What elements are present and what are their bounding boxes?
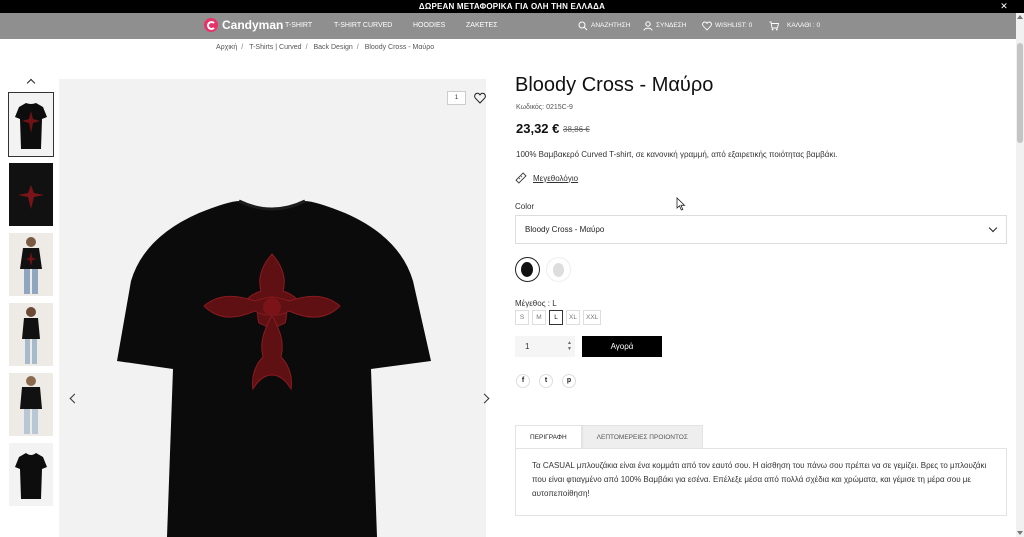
size-option-s[interactable]: S [515, 310, 529, 325]
size-option-xxl[interactable]: XXL [583, 310, 602, 325]
scroll-down-icon[interactable] [1017, 531, 1023, 535]
buy-button[interactable]: Αγορά [582, 336, 662, 357]
thumbnail-model-back[interactable] [9, 233, 53, 296]
search-icon [578, 21, 588, 31]
model-thumbnail-image [9, 373, 53, 436]
breadcrumb-separator: / [241, 44, 244, 51]
heart-icon[interactable] [474, 92, 486, 104]
tab-description[interactable]: ΠΕΡΙΓΡΑΦΗ [515, 425, 582, 449]
thumbnail-flat-view[interactable] [9, 163, 53, 226]
logo[interactable]: Candyman [204, 18, 283, 32]
product-sku: Κωδικός: 0215C-9 [516, 104, 573, 111]
model-thumbnail-image [9, 233, 53, 296]
thumbnail-back-view[interactable] [8, 92, 54, 157]
color-select-value: Bloody Cross - Μαύρο [525, 225, 605, 234]
breadcrumb: Αρχική / T-Shirts | Curved / Back Design / … [216, 44, 434, 51]
main-navigation: Candyman T-SHIRT T-SHIRT CURVED HOODIES … [0, 13, 1016, 39]
breadcrumb-current: Bloody Cross - Μαύρο [364, 44, 435, 51]
menu-item-tshirt-curved[interactable]: T-SHIRT CURVED [334, 13, 392, 39]
previous-image-arrow-icon[interactable] [68, 393, 78, 405]
menu-item-hoodies[interactable]: HOODIES [413, 13, 445, 39]
product-price: 23,32 € [516, 121, 560, 136]
product-tabs: ΠΕΡΙΓΡΑΦΗ ΛΕΠΤΟΜΕΡΕΙΕΣ ΠΡΟΙΟΝΤΟΣ [515, 425, 703, 449]
quantity-value: 1 [525, 342, 530, 351]
logo-icon [204, 18, 218, 32]
tab-description-content: Τα CASUAL μπλουζάκια είναι ένα κομμάτι α… [515, 448, 1007, 516]
product-short-description: 100% Βαμβακερό Curved T-shirt, σε κανονι… [516, 150, 838, 159]
quantity-stepper[interactable]: 1 ▲ ▼ [515, 336, 575, 357]
search-label: ΑΝΑΖΗΤΗΣΗ [591, 22, 631, 29]
size-label: Μέγεθος : L [515, 299, 557, 308]
scrollbar-thumb[interactable] [1017, 43, 1023, 143]
chevron-down-icon [988, 223, 998, 233]
image-counter: 1 [447, 91, 466, 105]
login-label: ΣΥΝΔΕΣΗ [656, 22, 687, 29]
breadcrumb-category[interactable]: T-Shirts | Curved [249, 44, 301, 51]
next-image-arrow-icon[interactable] [481, 393, 491, 405]
promo-text: ΔΩΡΕΑΝ ΜΕΤΑΦΟΡΙΚΑ ΓΙΑ ΟΛΗ ΤΗΝ ΕΛΛΑΔΑ [418, 2, 606, 11]
tshirt-thumbnail-image [9, 93, 53, 156]
menu-item-tshirt[interactable]: T-SHIRT [285, 13, 312, 39]
breadcrumb-subcategory[interactable]: Back Design [313, 44, 352, 51]
twitter-share-icon[interactable]: t [539, 374, 553, 388]
color-swatch-white[interactable] [546, 257, 571, 282]
size-guide-label: Μεγεθολόγιο [533, 173, 579, 183]
menu-item-jackets[interactable]: ΖΑΚΕΤΕΣ [466, 13, 498, 39]
pinterest-share-icon[interactable]: p [562, 374, 576, 388]
size-option-l[interactable]: L [549, 310, 563, 325]
promo-banner: ΔΩΡΕΑΝ ΜΕΤΑΦΟΡΙΚΑ ΓΙΑ ΟΛΗ ΤΗΝ ΕΛΛΑΔΑ ✕ [0, 0, 1024, 13]
cart-label: ΚΑΛΑΘΙ : 0 [787, 22, 821, 29]
scroll-up-icon[interactable] [1017, 15, 1023, 19]
size-option-xl[interactable]: XL [566, 310, 580, 325]
color-select[interactable]: Bloody Cross - Μαύρο [515, 215, 1007, 244]
cart-icon [769, 21, 779, 31]
breadcrumb-separator: / [305, 44, 308, 51]
color-swatch-black[interactable] [515, 257, 540, 282]
thumbnail-model-side[interactable] [9, 303, 53, 366]
close-icon[interactable]: ✕ [1000, 0, 1008, 13]
breadcrumb-home[interactable]: Αρχική [216, 44, 237, 51]
heart-icon [702, 21, 712, 31]
user-icon [643, 21, 653, 31]
size-guide-link[interactable]: Μεγεθολόγιο [515, 172, 578, 184]
login-button[interactable]: ΣΥΝΔΕΣΗ [643, 13, 686, 39]
mouse-cursor-icon [676, 197, 686, 211]
size-options: S M L XL XXL [515, 310, 602, 325]
thumbnails-up-icon[interactable] [27, 78, 35, 86]
breadcrumb-separator: / [356, 44, 359, 51]
logo-text: Candyman [222, 18, 284, 32]
tab-product-details[interactable]: ΛΕΠΤΟΜΕΡΕΙΕΣ ΠΡΟΙΟΝΤΟΣ [581, 425, 703, 449]
ruler-icon [515, 172, 527, 184]
tshirt-back-image [59, 79, 486, 537]
search-button[interactable]: ΑΝΑΖΗΤΗΣΗ [578, 13, 630, 39]
color-label: Color [515, 202, 535, 211]
page-scrollbar[interactable] [1016, 13, 1024, 537]
cart-button[interactable]: ΚΑΛΑΘΙ : 0 [769, 13, 820, 39]
main-product-image [59, 79, 486, 537]
product-title: Bloody Cross - Μαύρο [515, 74, 714, 96]
thumbnail-front-view[interactable] [9, 443, 53, 506]
size-option-m[interactable]: M [532, 310, 546, 325]
wishlist-label: WISHLIST: 0 [715, 22, 753, 29]
facebook-share-icon[interactable]: f [516, 374, 530, 388]
tshirt-thumbnail-image [9, 443, 53, 506]
tshirt-thumbnail-image [9, 163, 53, 226]
wishlist-button[interactable]: WISHLIST: 0 [702, 13, 752, 39]
stepper-arrows-icon[interactable]: ▲ ▼ [567, 340, 572, 352]
product-old-price: 38,86 € [563, 125, 590, 134]
thumbnail-model-front[interactable] [9, 373, 53, 436]
model-thumbnail-image [9, 303, 53, 366]
